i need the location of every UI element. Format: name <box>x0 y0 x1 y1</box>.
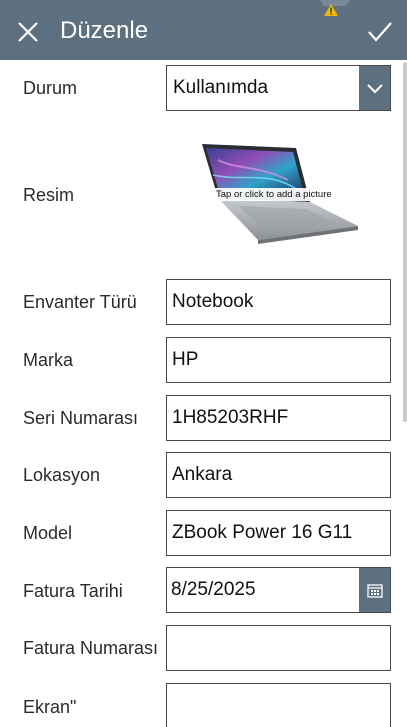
invoice-number-input[interactable] <box>166 625 391 671</box>
status-dropdown[interactable]: Kullanımda <box>166 65 391 111</box>
brand-input[interactable]: HP <box>166 337 391 383</box>
chevron-down-button[interactable] <box>359 66 390 110</box>
inventory-type-input[interactable]: Notebook <box>166 279 391 325</box>
inventory-type-label: Envanter Türü <box>23 292 137 312</box>
status-value: Kullanımda <box>173 77 269 98</box>
scrollbar-thumb[interactable] <box>403 62 407 422</box>
brand-label: Marka <box>23 350 74 370</box>
image-hint: Tap or click to add a picture <box>212 188 336 201</box>
status-label: Durum <box>23 78 78 98</box>
close-icon <box>18 22 38 42</box>
screen-input[interactable] <box>166 683 391 727</box>
location-label: Lokasyon <box>23 465 101 485</box>
invoice-date-picker[interactable]: 8/25/2025 <box>166 567 391 613</box>
location-input[interactable]: Ankara <box>166 452 391 498</box>
serial-label: Seri Numarası <box>23 408 139 428</box>
screen-label: Ekran" <box>23 697 77 717</box>
invoice-number-label: Fatura Numarası <box>23 638 159 658</box>
chevron-down-icon <box>366 84 383 94</box>
model-label: Model <box>23 523 73 543</box>
model-input[interactable]: ZBook Power 16 G11 <box>166 510 391 556</box>
invoice-date-value: 8/25/2025 <box>171 579 256 600</box>
header-bar: Düzenle <box>0 0 407 60</box>
warning-icon[interactable] <box>324 4 338 16</box>
close-button[interactable] <box>13 17 43 47</box>
invoice-date-label: Fatura Tarihi <box>23 581 123 601</box>
serial-input[interactable]: 1H85203RHF <box>166 395 391 441</box>
calendar-icon <box>366 583 383 598</box>
calendar-button[interactable] <box>359 568 390 612</box>
save-button[interactable] <box>365 17 395 47</box>
page-title: Düzenle <box>60 17 149 44</box>
checkmark-icon <box>368 22 392 42</box>
image-label: Resim <box>23 185 75 205</box>
